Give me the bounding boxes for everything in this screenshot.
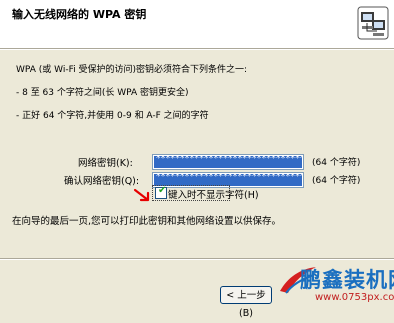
confirm-key-value: ************************************ [156,172,304,182]
network-key-length-hint: (64 个字符) [312,158,361,168]
header-divider-highlight [0,49,394,50]
requirements-intro: WPA (或 Wi-Fi 受保护的访问)密钥必须符合下列条件之一: [16,65,248,75]
footer-divider-highlight [0,259,394,260]
checkmark-icon: ✔ [158,185,167,196]
requirement-length: - 8 至 63 个字符之间(长 WPA 密钥更安全) [16,88,189,98]
watermark-url: www.0753px.com [315,292,394,303]
page-title: 输入无线网络的 WPA 密钥 [12,8,147,21]
hide-characters-label: 键入时不显示字符(H) [168,190,259,201]
hide-characters-checkbox[interactable]: ✔ [155,185,167,199]
network-computers-icon [357,6,389,40]
network-key-input[interactable]: ************************************ [152,154,304,170]
pointer-arrow-icon [134,188,150,202]
hide-characters-option[interactable]: ✔ 键入时不显示字符(H) [152,185,259,201]
wizard-header: 输入无线网络的 WPA 密钥 [0,0,394,48]
confirm-key-length-hint: (64 个字符) [312,176,361,186]
requirement-hex: - 正好 64 个字符,并使用 0-9 和 A-F 之间的字符 [16,111,209,121]
network-key-label: 网络密钥(K): [78,158,133,169]
confirm-key-label: 确认网络密钥(Q): [64,176,140,187]
print-settings-note: 在向导的最后一页,您可以打印此密钥和其他网络设置以供保存。 [12,216,282,227]
back-button[interactable]: < 上一步(B) [220,286,272,319]
watermark-brand: 鹏鑫装机网 [300,268,394,292]
network-key-value: ************************************ [156,154,304,164]
